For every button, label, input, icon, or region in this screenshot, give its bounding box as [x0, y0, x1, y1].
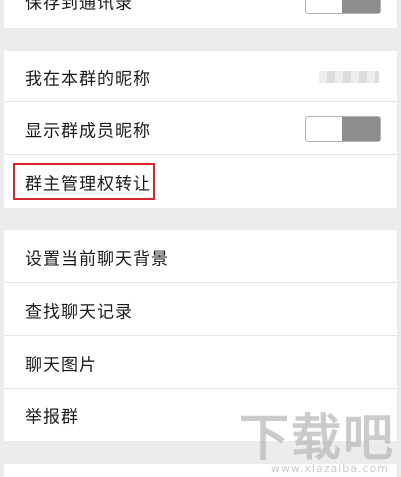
toggle-knob: [342, 116, 380, 141]
save-to-contacts-toggle[interactable]: [305, 0, 381, 14]
chat-images-row[interactable]: 聊天图片: [4, 336, 397, 389]
nickname-value-blurred: [319, 70, 379, 83]
toggle-knob: [342, 0, 380, 13]
show-member-nickname-label: 显示群成员昵称: [25, 121, 151, 141]
watermark-main-text: 下载吧: [239, 409, 395, 467]
highlight-box: [13, 163, 155, 200]
chat-images-label: 聊天图片: [25, 355, 97, 375]
chat-background-label: 设置当前聊天背景: [25, 249, 169, 269]
my-group-nickname-label: 我在本群的昵称: [25, 69, 151, 89]
search-chat-history-label: 查找聊天记录: [25, 302, 133, 322]
chat-background-row[interactable]: 设置当前聊天背景: [4, 230, 397, 283]
search-chat-history-row[interactable]: 查找聊天记录: [4, 283, 397, 336]
report-group-label: 举报群: [25, 407, 79, 428]
save-to-contacts-label: 保存到通讯录: [25, 0, 133, 14]
my-group-nickname-row[interactable]: 我在本群的昵称: [4, 51, 397, 102]
show-member-nickname-toggle[interactable]: [305, 115, 381, 142]
watermark-logo: 下载吧 www.xiazaiba.com: [239, 412, 395, 475]
show-member-nickname-row[interactable]: 显示群成员昵称: [4, 102, 397, 155]
group-chat-settings: 保存到通讯录 我在本群的昵称 显示群成员昵称 群主管理权转让 设置当前聊天背景 …: [4, 0, 397, 477]
save-to-contacts-row[interactable]: 保存到通讯录: [4, 0, 397, 28]
settings-group-contacts: 保存到通讯录: [4, 0, 397, 28]
